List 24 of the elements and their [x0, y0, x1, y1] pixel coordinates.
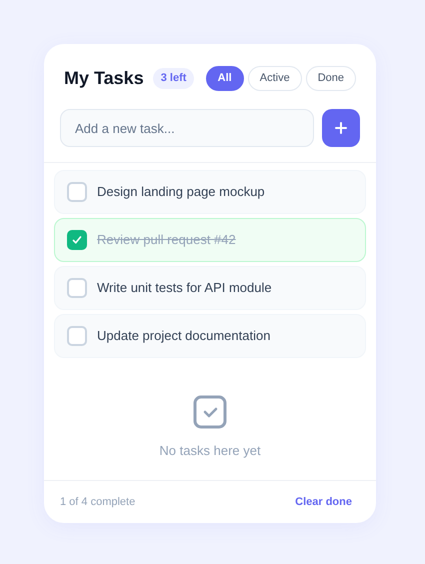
completion-summary: 1 of 4 complete [60, 494, 136, 510]
new-task-input[interactable]: Add a new task... [60, 109, 314, 147]
task-checkbox[interactable] [67, 230, 87, 250]
task-item[interactable]: Update project documentation [54, 314, 366, 358]
remaining-count: 3 left [152, 68, 194, 89]
clear-done-button[interactable]: Clear done [295, 494, 360, 510]
task-text: Design landing page mockup [97, 183, 265, 202]
task-checkbox[interactable] [67, 326, 87, 346]
filter-tab[interactable]: Active [248, 66, 302, 91]
task-text: Update project documentation [97, 327, 270, 346]
filter-tab[interactable]: Done [306, 66, 356, 91]
check-icon [72, 235, 82, 245]
card-title: My Tasks [64, 67, 144, 90]
task-item[interactable]: Design landing page mockup [54, 170, 366, 214]
add-button[interactable] [322, 109, 360, 147]
task-text: Write unit tests for API module [97, 279, 272, 298]
task-item[interactable]: Write unit tests for API module [54, 266, 366, 310]
plus-icon [335, 122, 347, 134]
task-checkbox[interactable] [67, 278, 87, 298]
task-text: Review pull request #42 [97, 231, 236, 250]
empty-message: No tasks here yet [159, 442, 261, 460]
checkbox-icon [193, 395, 227, 429]
task-checkbox[interactable] [67, 182, 87, 202]
filter-tab[interactable]: All [206, 66, 244, 91]
